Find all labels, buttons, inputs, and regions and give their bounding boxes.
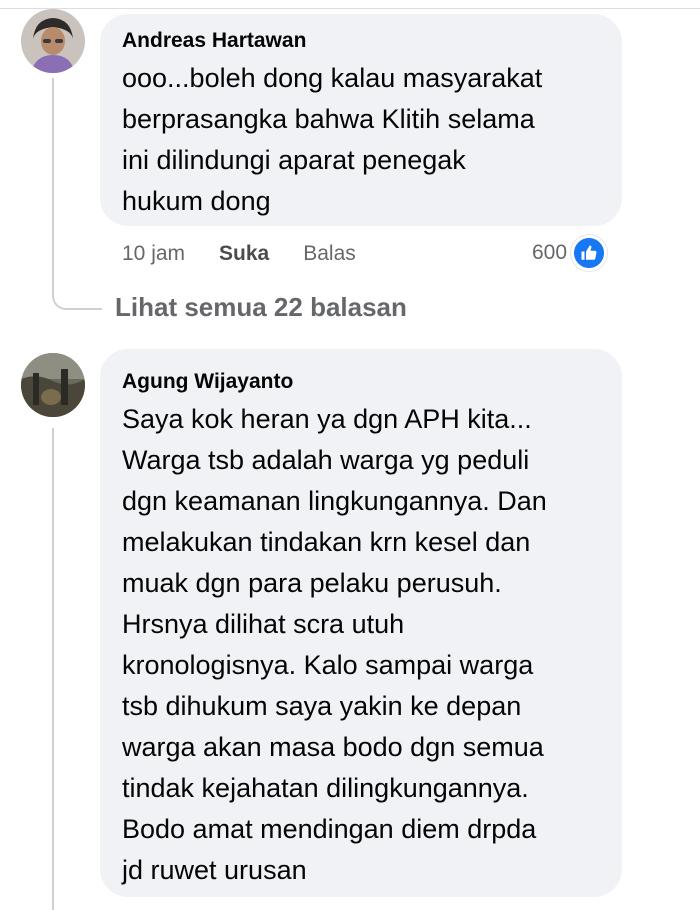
- reaction-summary[interactable]: 600: [532, 235, 608, 271]
- comment-timestamp[interactable]: 10 jam: [122, 242, 185, 266]
- comment-text: ooo...boleh dong kalau masyarakat berpra…: [122, 63, 543, 216]
- thread-line: [52, 428, 54, 910]
- divider: [0, 8, 700, 9]
- avatar[interactable]: [21, 9, 85, 73]
- view-replies-link[interactable]: Lihat semua 22 balasan: [115, 292, 407, 323]
- like-button[interactable]: Suka: [219, 242, 269, 266]
- reaction-count: 600: [532, 241, 568, 264]
- comment-text: Saya kok heran ya dgn APH kita... Warga …: [122, 404, 547, 885]
- thumbs-up-icon: [571, 235, 608, 271]
- comment-author[interactable]: Agung Wijayanto: [122, 369, 600, 395]
- thread-connector: [52, 280, 102, 310]
- reply-button[interactable]: Balas: [303, 242, 356, 266]
- comment-actions: 10 jam Suka Balas: [122, 240, 390, 268]
- comment-bubble: Agung Wijayanto Saya kok heran ya dgn AP…: [100, 349, 622, 897]
- thread-line: [52, 78, 54, 292]
- comment-bubble: Andreas Hartawan ooo...boleh dong kalau …: [100, 14, 622, 226]
- avatar[interactable]: [21, 353, 85, 417]
- comment-thread: Andreas Hartawan ooo...boleh dong kalau …: [0, 0, 700, 910]
- comment-author[interactable]: Andreas Hartawan: [122, 28, 600, 54]
